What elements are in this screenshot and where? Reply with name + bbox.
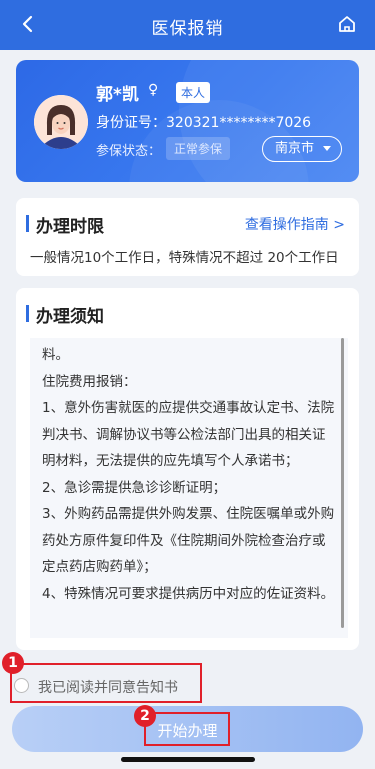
id-label: 身份证号： (96, 115, 166, 131)
self-tag: 本人 (176, 82, 211, 103)
section-title-notice: 办理须知 (26, 302, 104, 327)
annotation-box-2 (144, 712, 230, 746)
notice-line: 住院费用报销： (42, 373, 137, 390)
home-indicator (121, 757, 255, 762)
notice-line: 3、外购药品需提供外购发票、住院医嘱单或外购药处方原件复印件及《住院期间外院检查… (42, 506, 335, 575)
gender-icon: ♀ (148, 82, 159, 98)
notice-content-box[interactable]: 料。 住院费用报销： 1、意外伤害就医的应提供交通事故认定书、法院判决书、调解协… (30, 338, 348, 638)
handling-time-section: 办理时限 查看操作指南 > 一般情况10个工作日，特殊情况不超过 20个工作日 (16, 198, 359, 276)
home-icon[interactable] (333, 10, 361, 38)
city-selector[interactable]: 南京市 (262, 136, 342, 162)
insurance-status-label: 参保状态： (96, 144, 162, 159)
scrollbar[interactable] (341, 338, 344, 628)
notice-section: 办理须知 料。 住院费用报销： 1、意外伤害就医的应提供交通事故认定书、法院判决… (16, 288, 359, 650)
page-title: 医保报销 (151, 19, 224, 39)
chevron-down-icon (323, 146, 331, 151)
notice-line: 1、意外伤害就医的应提供交通事故认定书、法院判决书、调解协议书等公检法部门出具的… (42, 400, 335, 469)
id-value: 320321********7026 (166, 115, 312, 131)
handling-time-description: 一般情况10个工作日，特殊情况不超过 20个工作日 (30, 250, 339, 266)
section-title-handling-time: 办理时限 (26, 212, 104, 237)
insured-name: 郭*凯 (96, 85, 139, 105)
notice-line: 4、特殊情况可要求提供病历中对应的佐证资料。 (42, 585, 335, 602)
notice-line: 料。 (42, 347, 69, 363)
annotation-badge-1: 1 (2, 652, 24, 674)
operation-guide-link[interactable]: 查看操作指南 > (245, 214, 345, 234)
annotation-badge-2: 2 (134, 705, 156, 727)
avatar (34, 95, 88, 149)
notice-line: 2、急诊需提供急诊诊断证明； (42, 479, 227, 496)
notice-text: 料。 住院费用报销： 1、意外伤害就医的应提供交通事故认定书、法院判决书、调解协… (42, 342, 338, 607)
status-badge: 正常参保 (166, 137, 231, 160)
annotation-box-1 (10, 663, 202, 703)
id-number-row: 身份证号：320321********7026 (96, 112, 311, 132)
city-value: 南京市 (275, 141, 315, 156)
app-header: 医保报销 (0, 0, 375, 50)
